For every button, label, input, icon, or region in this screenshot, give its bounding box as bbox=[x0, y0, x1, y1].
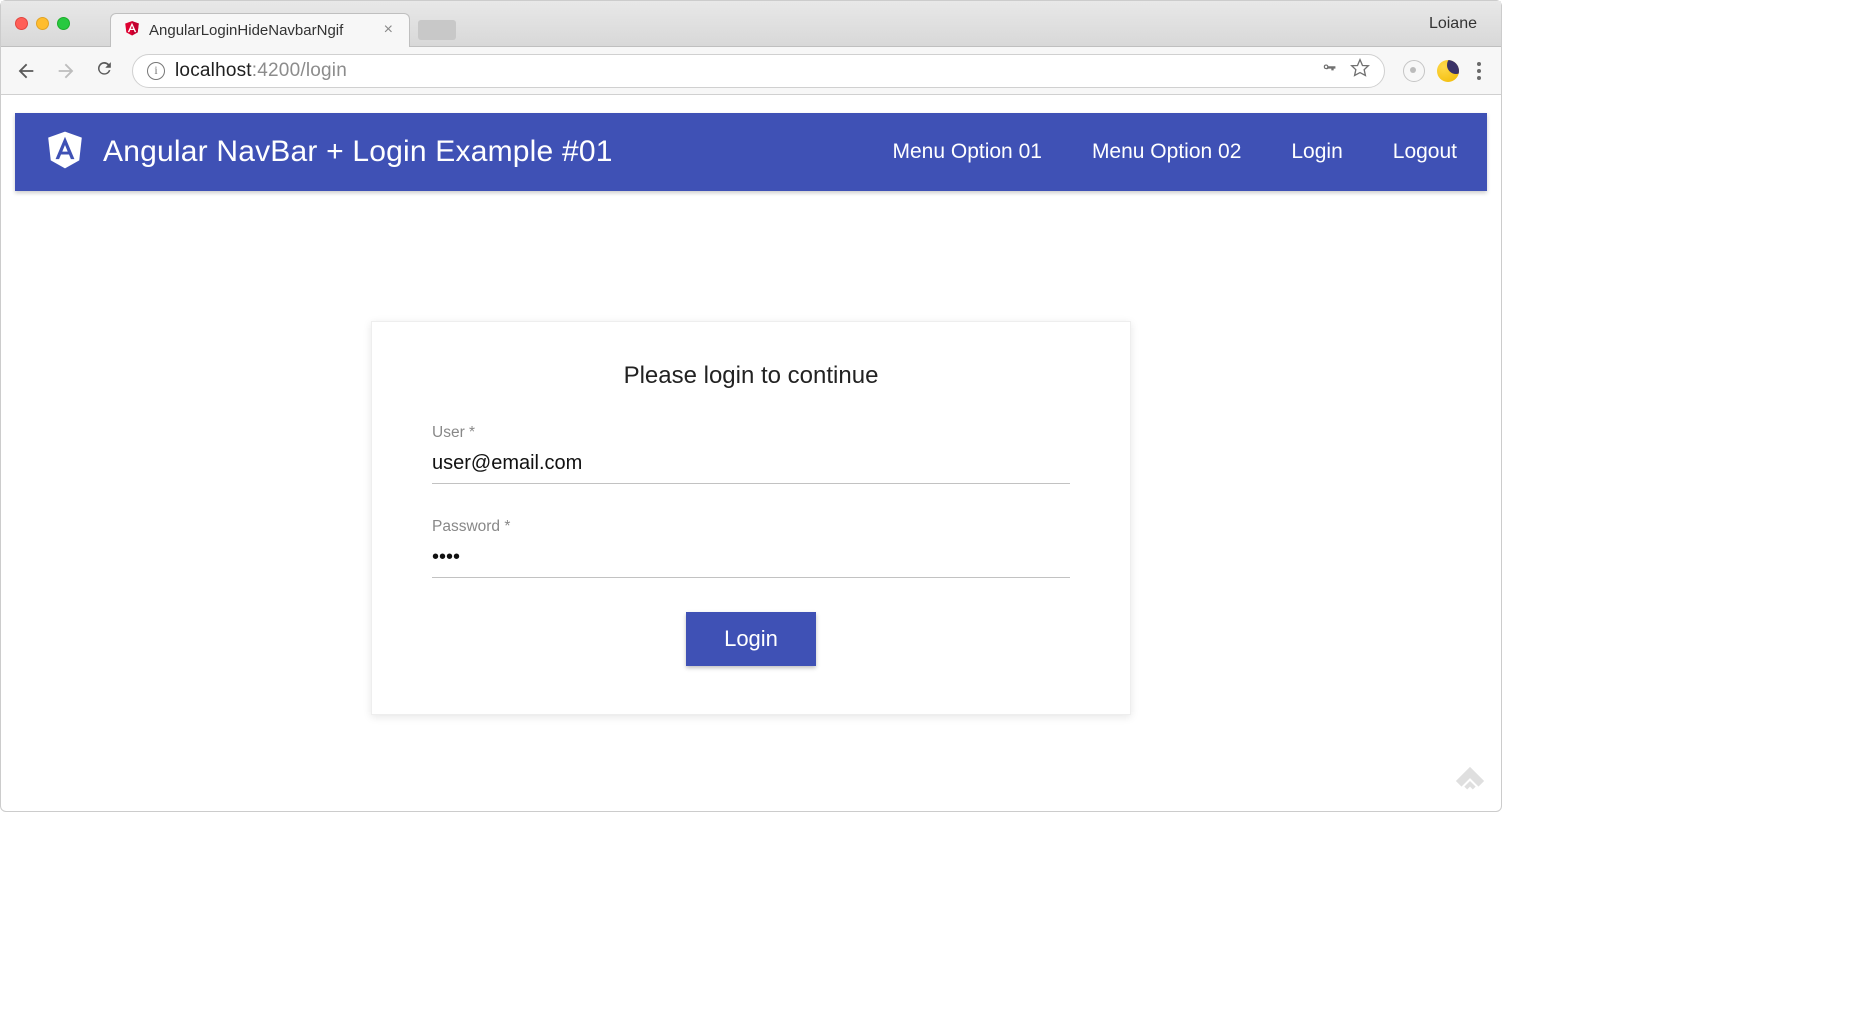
feedly-icon[interactable] bbox=[1453, 764, 1487, 803]
password-key-icon[interactable] bbox=[1322, 61, 1336, 80]
login-area: Please login to continue User * Password… bbox=[15, 191, 1487, 715]
reload-button[interactable] bbox=[95, 58, 114, 84]
password-field: Password * bbox=[432, 518, 1070, 578]
site-info-icon[interactable]: i bbox=[147, 62, 165, 80]
extension-icon-1[interactable] bbox=[1403, 60, 1425, 82]
close-tab-icon[interactable]: × bbox=[380, 21, 397, 39]
nav-link-menu-1[interactable]: Menu Option 01 bbox=[893, 140, 1042, 164]
browser-tab[interactable]: AngularLoginHideNavbarNgif × bbox=[110, 13, 410, 47]
browser-titlebar: AngularLoginHideNavbarNgif × Loiane bbox=[1, 1, 1501, 47]
angular-shield-icon bbox=[45, 128, 85, 177]
login-button[interactable]: Login bbox=[686, 612, 816, 666]
page-content: Angular NavBar + Login Example #01 Menu … bbox=[1, 95, 1501, 733]
extension-icon-2[interactable] bbox=[1437, 60, 1459, 82]
nav-link-menu-2[interactable]: Menu Option 02 bbox=[1092, 140, 1241, 164]
url-text: localhost:4200/login bbox=[175, 60, 347, 82]
login-heading: Please login to continue bbox=[432, 362, 1070, 390]
forward-button[interactable] bbox=[55, 60, 77, 82]
window-controls bbox=[1, 17, 70, 30]
bookmark-star-icon[interactable] bbox=[1350, 58, 1370, 83]
maximize-window-button[interactable] bbox=[57, 17, 70, 30]
browser-menu-icon[interactable] bbox=[1471, 62, 1487, 80]
password-input[interactable] bbox=[432, 542, 1070, 578]
minimize-window-button[interactable] bbox=[36, 17, 49, 30]
user-label: User * bbox=[432, 424, 1070, 442]
tab-title: AngularLoginHideNavbarNgif bbox=[149, 22, 372, 39]
navbar-title: Angular NavBar + Login Example #01 bbox=[103, 135, 613, 169]
login-card: Please login to continue User * Password… bbox=[371, 321, 1131, 715]
extension-icons bbox=[1403, 60, 1487, 82]
nav-link-logout[interactable]: Logout bbox=[1393, 140, 1457, 164]
close-window-button[interactable] bbox=[15, 17, 28, 30]
angular-icon bbox=[123, 19, 141, 42]
back-button[interactable] bbox=[15, 60, 37, 82]
user-input[interactable] bbox=[432, 448, 1070, 484]
user-field: User * bbox=[432, 424, 1070, 484]
nav-link-login[interactable]: Login bbox=[1291, 140, 1342, 164]
browser-toolbar: i localhost:4200/login bbox=[1, 47, 1501, 95]
app-navbar: Angular NavBar + Login Example #01 Menu … bbox=[15, 113, 1487, 191]
address-bar[interactable]: i localhost:4200/login bbox=[132, 54, 1385, 88]
browser-profile-label[interactable]: Loiane bbox=[1429, 15, 1501, 33]
navbar-links: Menu Option 01 Menu Option 02 Login Logo… bbox=[893, 140, 1458, 164]
password-label: Password * bbox=[432, 518, 1070, 536]
new-tab-button[interactable] bbox=[418, 20, 456, 40]
